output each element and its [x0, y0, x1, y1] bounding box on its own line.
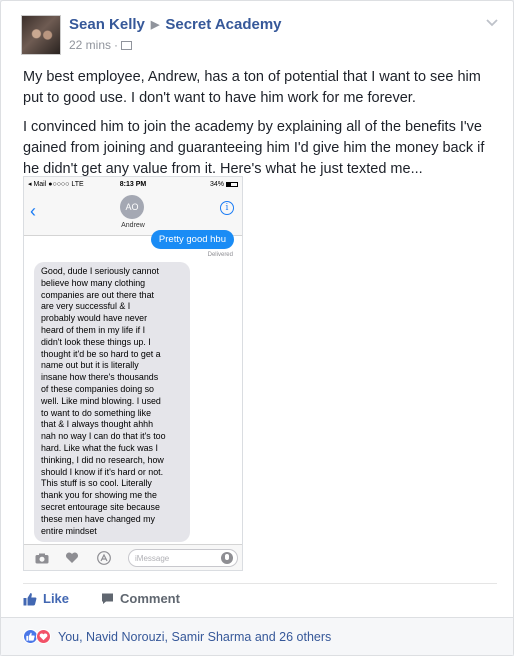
incoming-message: Good, dude I seriously cannot believe ho…	[34, 262, 190, 543]
post-meta: 22 mins ·	[69, 38, 133, 52]
screenshot-image[interactable]: ◂ Mail ●○○○○ LTE 8:13 PM 34% ‹ AO Andrew…	[23, 176, 243, 571]
thumbs-up-icon	[23, 592, 37, 605]
post-paragraph: I convinced him to join the academy by e…	[23, 119, 485, 177]
post-paragraph: My best employee, Andrew, has a ton of p…	[23, 69, 481, 106]
back-chevron-icon: ‹	[30, 201, 36, 221]
outgoing-message: Pretty good hbu	[150, 230, 234, 249]
post-actions: Like Comment	[23, 591, 497, 611]
camera-icon	[34, 551, 50, 565]
info-icon: i	[220, 201, 234, 215]
author-line: Sean Kelly ▶ Secret Academy	[69, 16, 282, 33]
phone-status-bar: ◂ Mail ●○○○○ LTE 8:13 PM 34%	[24, 177, 242, 191]
message-input-bar: iMessage	[24, 544, 242, 570]
delivered-label: Delivered	[207, 252, 233, 258]
likes-text[interactable]: You, Navid Norouzi, Samir Sharma and 26 …	[58, 630, 331, 644]
contact-avatar: AO	[120, 195, 144, 219]
contact-name: Andrew	[121, 222, 145, 229]
post-card: Sean Kelly ▶ Secret Academy 22 mins · My be…	[0, 0, 514, 656]
like-button[interactable]: Like	[23, 591, 69, 606]
comment-button[interactable]: Comment	[101, 591, 180, 606]
heart-digital-touch-icon	[64, 551, 80, 565]
reactions-summary: You, Navid Norouzi, Samir Sharma and 26 …	[1, 617, 513, 655]
chevron-down-icon[interactable]	[485, 15, 499, 29]
love-reaction-icon	[36, 629, 51, 644]
post-time[interactable]: 22 mins	[69, 38, 111, 52]
app-store-icon	[96, 551, 112, 565]
like-label: Like	[43, 591, 70, 606]
album-icon	[121, 41, 133, 50]
author-name[interactable]: Sean Kelly	[69, 16, 145, 33]
mic-icon	[221, 552, 233, 564]
comment-icon	[102, 593, 113, 604]
post-header: Sean Kelly ▶ Secret Academy 22 mins ·	[21, 15, 491, 55]
imessage-placeholder: iMessage	[135, 554, 170, 563]
status-time: 8:13 PM	[119, 180, 147, 188]
comment-label: Comment	[120, 591, 180, 606]
battery-icon	[226, 181, 238, 187]
reaction-icons[interactable]	[23, 629, 51, 644]
group-name[interactable]: Secret Academy	[165, 16, 281, 33]
author-avatar[interactable]	[21, 15, 61, 55]
post-body: My best employee, Andrew, has a ton of p…	[23, 67, 493, 188]
meta-separator: ·	[114, 38, 119, 52]
imessage-input: iMessage	[128, 549, 238, 567]
share-arrow-icon: ▶	[150, 19, 160, 31]
divider	[23, 583, 497, 584]
